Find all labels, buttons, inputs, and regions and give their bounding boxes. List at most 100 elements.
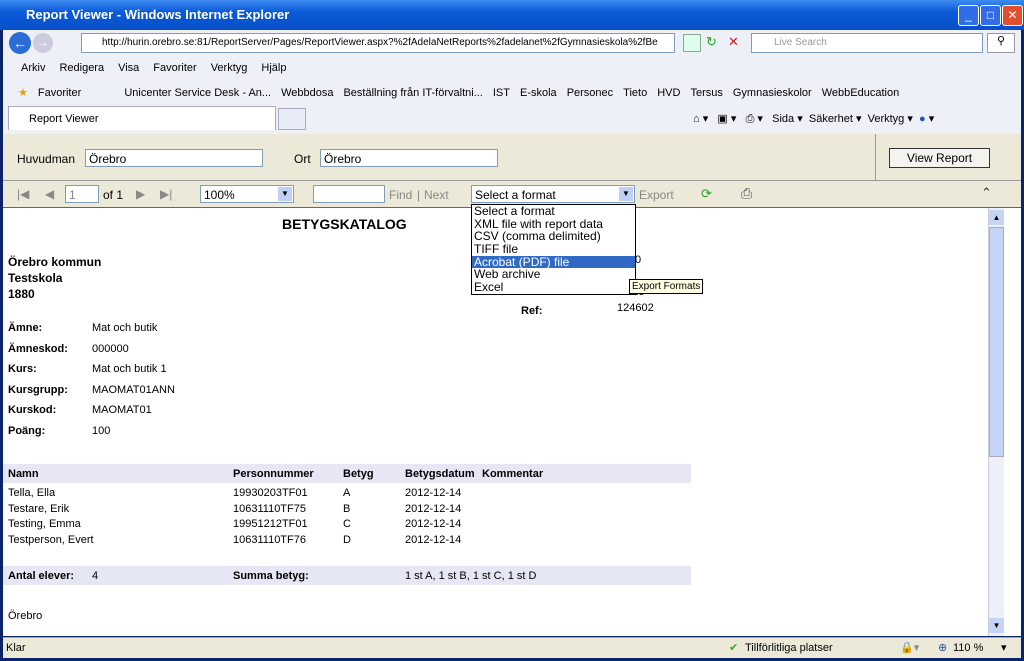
format-select[interactable]: Select a format ▼	[471, 185, 635, 203]
vertical-scrollbar[interactable]: ▲ ▼	[988, 208, 1004, 636]
first-page-icon[interactable]: |◀	[17, 187, 29, 201]
feeds-icon[interactable]: ▣ ▾	[717, 113, 736, 125]
print-icon[interactable]: ⎙ ▾	[746, 113, 763, 125]
menu-visa[interactable]: Visa	[118, 62, 139, 74]
zoom-level[interactable]: 110 %	[953, 642, 983, 654]
find-next-link[interactable]: Next	[424, 188, 449, 202]
home-icon[interactable]: ⌂ ▾	[693, 113, 708, 125]
fav-link[interactable]: Personec	[567, 87, 613, 99]
star-icon: ★	[18, 87, 28, 99]
fav-link[interactable]: WebbEducation	[822, 87, 899, 99]
fav-link[interactable]: E-skola	[520, 87, 557, 99]
page-count: of 1	[103, 188, 124, 202]
menu-arkiv[interactable]: Arkiv	[21, 62, 45, 74]
huvudman-input[interactable]: Örebro	[85, 149, 263, 167]
fav-link[interactable]: Unicenter Service Desk - An...	[124, 87, 271, 99]
table-cell: 19930203TF01	[233, 487, 308, 499]
field-value: MAOMAT01	[92, 404, 152, 416]
tab-report-viewer[interactable]: Report Viewer	[8, 106, 276, 130]
parameters-area: Huvudman Örebro Ort Örebro View Report	[3, 134, 1021, 181]
field-value: 100	[92, 424, 111, 437]
minimize-button[interactable]: _	[958, 5, 979, 26]
menu-verktyg[interactable]: Verktyg	[211, 62, 248, 74]
status-bar: Klar ✔ Tillförlitliga platser 🔒▾ ⊕ 110 %…	[3, 637, 1021, 658]
export-link[interactable]: Export	[639, 188, 674, 202]
field-value: 000000	[92, 342, 129, 355]
ref-label: Ref:	[521, 305, 543, 317]
stop-icon[interactable]: ✕	[728, 34, 739, 50]
browser-chrome: ← → http://hurin.orebro.se:81/ReportServ…	[3, 30, 1021, 134]
fav-link[interactable]: HVD	[657, 87, 680, 99]
column-header: Betyg	[343, 468, 374, 480]
forward-button[interactable]: →	[33, 33, 53, 53]
org-block: Örebro kommun Testskola 1880	[8, 255, 102, 301]
search-icon[interactable]: ⚲	[987, 33, 1015, 53]
menu-redigera[interactable]: Redigera	[59, 62, 104, 74]
menu-favoriter[interactable]: Favoriter	[153, 62, 196, 74]
zoom-select[interactable]: 100% ▼	[200, 185, 294, 203]
last-page-icon[interactable]: ▶|	[160, 187, 172, 201]
menu-verktyg-cmd[interactable]: Verktyg	[868, 113, 905, 125]
fav-link[interactable]: IST	[493, 87, 510, 99]
search-input[interactable]: Live Search	[751, 33, 983, 53]
scroll-thumb[interactable]	[989, 227, 1004, 457]
menu-sakerhet[interactable]: Säkerhet	[809, 113, 853, 125]
compat-icon[interactable]	[683, 34, 701, 52]
find-input[interactable]	[313, 185, 385, 203]
field-label: Poäng:	[8, 424, 46, 437]
refresh-report-icon[interactable]: ⟳	[701, 186, 712, 202]
address-input[interactable]: http://hurin.orebro.se:81/ReportServer/P…	[81, 33, 675, 53]
table-cell: 10631110TF75	[233, 502, 306, 515]
page-input[interactable]: 1	[65, 185, 99, 203]
table-cell: 10631110TF76	[233, 534, 306, 547]
export-formats-tooltip: Export Formats	[629, 279, 704, 294]
ref-value: 124602	[617, 302, 654, 314]
table-cell: 2012-12-14	[405, 534, 462, 547]
summa-value: 1 st A, 1 st B, 1 st C, 1 st D	[405, 570, 537, 582]
field-value: MAOMAT01ANN	[92, 383, 175, 396]
protected-mode-icon[interactable]: 🔒▾	[900, 641, 919, 654]
collapse-icon[interactable]: ⌃	[981, 185, 992, 201]
view-report-button[interactable]: View Report	[889, 148, 990, 168]
fav-link[interactable]: Gymnasieskolor	[733, 87, 812, 99]
fav-link[interactable]: Webbdosa	[281, 87, 333, 99]
huvudman-label: Huvudman	[17, 152, 76, 166]
ort-label: Ort	[294, 152, 311, 166]
format-option[interactable]: Excel	[472, 281, 635, 294]
ort-input[interactable]: Örebro	[320, 149, 498, 167]
scroll-down-button[interactable]: ▼	[989, 618, 1004, 633]
check-icon: ✔	[729, 642, 739, 654]
field-label: Kurskod:	[8, 404, 57, 416]
maximize-button[interactable]: □	[980, 5, 1001, 26]
format-option[interactable]: Select a format	[472, 205, 635, 218]
find-link[interactable]: Find	[389, 188, 412, 202]
report-footer: Örebro	[8, 610, 43, 622]
security-zone: Tillförlitliga platser	[745, 642, 833, 654]
fav-link[interactable]: Tersus	[690, 87, 722, 99]
table-cell: B	[343, 502, 351, 515]
refresh-icon[interactable]: ↻	[706, 34, 717, 50]
menu-sida[interactable]: Sida	[772, 113, 794, 125]
favorites-bar: ★ Favoriter Unicenter Service Desk - An..…	[18, 86, 909, 99]
help-icon[interactable]: ●	[919, 113, 926, 125]
fav-link[interactable]: Tieto	[623, 87, 647, 99]
new-tab-button[interactable]	[278, 108, 306, 130]
antal-value: 4	[92, 570, 99, 582]
favorites-button[interactable]: Favoriter	[38, 87, 81, 99]
menu-hjalp[interactable]: Hjälp	[261, 62, 286, 74]
fav-link[interactable]: Beställning från IT-förvaltni...	[343, 87, 482, 99]
command-bar: ⌂ ▾ ▣ ▾ ⎙ ▾ Sida ▾ Säkerhet ▾ Verktyg ▾ …	[693, 113, 935, 125]
zoom-dropdown-icon[interactable]: ▾	[1001, 641, 1007, 654]
field-value: Mat och butik	[92, 322, 158, 334]
field-label: Kurs:	[8, 363, 37, 375]
zoom-icon[interactable]: ⊕	[938, 641, 947, 654]
back-button[interactable]: ←	[9, 32, 31, 54]
column-header: Namn	[8, 468, 39, 480]
prev-page-icon[interactable]: ◀	[45, 187, 54, 201]
format-option[interactable]: TIFF file	[472, 243, 635, 256]
next-page-icon[interactable]: ▶	[136, 187, 145, 201]
print-report-icon[interactable]: ⎙	[741, 185, 752, 202]
scroll-up-button[interactable]: ▲	[989, 210, 1004, 225]
close-button[interactable]: ✕	[1002, 5, 1023, 26]
table-cell: 2012-12-14	[405, 502, 462, 515]
